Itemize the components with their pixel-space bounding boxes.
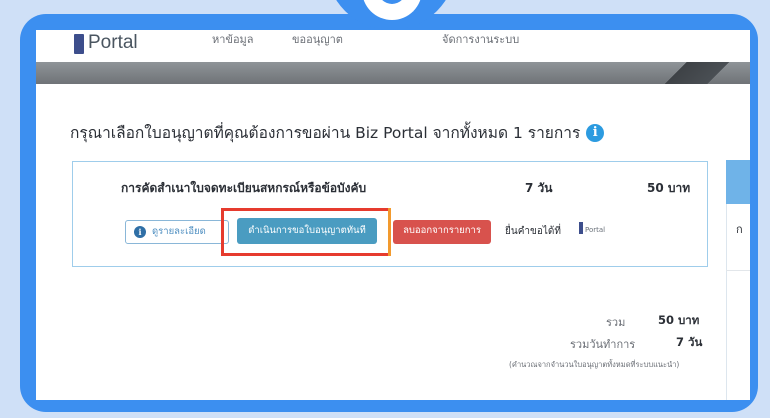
logo-icon [74, 34, 84, 54]
remove-from-list-button[interactable]: ลบออกจากรายการ [393, 220, 491, 244]
license-title: การคัดสำเนาใบจดทะเบียนสหกรณ์หรือข้อบังคั… [121, 181, 367, 195]
view-details-label: ดูรายละเอียด [152, 226, 206, 237]
right-panel-text: ก [736, 223, 743, 236]
calculation-note: (คำนวณจากจำนวนใบอนุญาตทั้งหมดที่ระบบแนะน… [509, 360, 680, 369]
right-panel-divider [726, 270, 750, 271]
info-icon: i [134, 225, 146, 238]
banner-decoration [630, 62, 750, 84]
page-heading-text: กรุณาเลือกใบอนุญาตที่คุณต้องการขอผ่าน Bi… [70, 124, 581, 142]
page-heading: กรุณาเลือกใบอนุญาตที่คุณต้องการขอผ่าน Bi… [70, 120, 605, 145]
highlight-box [221, 208, 391, 256]
right-panel-header [726, 160, 750, 204]
license-days: 7 วัน [525, 181, 553, 195]
info-icon[interactable]: i [586, 123, 605, 142]
nav-item-permit[interactable]: ขออนุญาต [292, 30, 343, 48]
nav-item-manage[interactable]: จัดการงานระบบ [442, 30, 519, 48]
mini-logo-icon [579, 222, 583, 234]
logo-text: Portal [88, 32, 138, 53]
biz-portal-logo[interactable]: Portal [74, 32, 138, 54]
top-navbar: Portal หาข้อมูล ขออนุญาต จัดการงานระบบ [36, 30, 750, 62]
submit-via-label: ยื่นคำขอได้ที่ [505, 226, 561, 237]
total-label: รวม [606, 316, 626, 329]
highlight-box-accent [375, 208, 391, 256]
mini-logo-text: Portal [585, 226, 606, 234]
biz-portal-mini-logo: Portal [579, 222, 605, 234]
business-days-value: 7 วัน [676, 335, 703, 349]
total-value: 50 บาท [658, 313, 700, 327]
license-card: การคัดสำเนาใบจดทะเบียนสหกรณ์หรือข้อบังคั… [72, 161, 708, 267]
view-details-button[interactable]: i ดูรายละเอียด [125, 220, 229, 244]
business-days-label: รวมวันทำการ [570, 338, 636, 351]
license-fee: 50 บาท [647, 181, 691, 195]
header-banner [36, 62, 750, 84]
nav-item-search[interactable]: หาข้อมูล [212, 30, 254, 48]
browser-screen: Portal หาข้อมูล ขออนุญาต จัดการงานระบบ ก… [36, 30, 750, 400]
